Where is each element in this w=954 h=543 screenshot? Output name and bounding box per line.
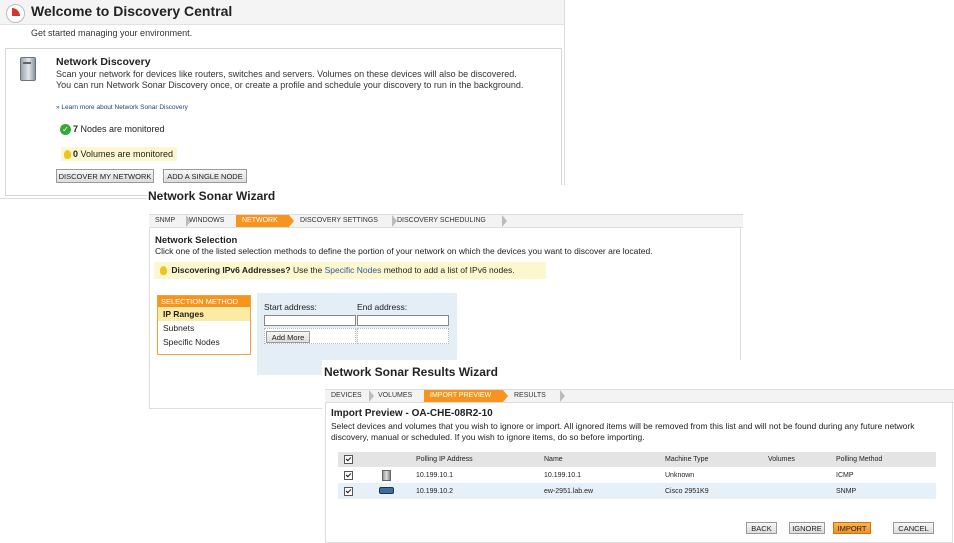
end-address-input[interactable] — [357, 315, 449, 326]
select-all-checkbox[interactable] — [344, 455, 353, 464]
page-subtitle: Get started managing your environment. — [31, 28, 193, 38]
step-label: RESULTS — [514, 392, 546, 399]
step-discovery-scheduling[interactable]: DISCOVERY SCHEDULING — [391, 215, 507, 227]
step-label: IMPORT PREVIEW — [430, 392, 492, 399]
column-header[interactable]: Volumes — [768, 452, 836, 467]
learn-more-link[interactable]: » Learn more about Network Sonar Discove… — [56, 104, 188, 111]
step-label: DISCOVERY SCHEDULING — [397, 217, 486, 224]
step-results[interactable]: RESULTS — [508, 390, 565, 402]
select-all-cell[interactable] — [338, 452, 364, 467]
step-volumes[interactable]: VOLUMES — [372, 390, 429, 402]
import-preview-description: Select devices and volumes that you wish… — [331, 421, 915, 442]
router-icon — [379, 487, 394, 495]
table-header-row: Polling IP Address Name Machine Type Vol… — [338, 452, 936, 467]
server-icon — [20, 57, 36, 81]
ignore-button[interactable]: IGNORE — [789, 522, 825, 534]
step-label: NETWORK — [242, 217, 278, 224]
step-discovery-settings[interactable]: DISCOVERY SETTINGS — [294, 215, 397, 227]
discovery-central-panel: Welcome to Discovery Central Get started… — [0, 0, 565, 199]
network-sonar-results-wizard: Network Sonar Results Wizard DEVICES VOL… — [322, 360, 954, 543]
method-subnets[interactable]: Subnets — [158, 321, 250, 335]
start-address-label: Start address: — [264, 302, 317, 312]
method-ip-ranges[interactable]: IP Ranges — [158, 307, 250, 321]
network-selection-description: Click one of the listed selection method… — [155, 246, 653, 256]
cancel-button[interactable]: CANCEL — [893, 522, 934, 534]
step-network[interactable]: NETWORK — [236, 215, 294, 227]
name-cell: ew-2951.lab.ew — [544, 483, 665, 499]
column-header[interactable]: Polling Method — [836, 452, 936, 467]
column-header[interactable]: Machine Type — [665, 452, 768, 467]
row-checkbox[interactable] — [344, 486, 353, 496]
network-discovery-box: Network Discovery Scan your network for … — [5, 48, 562, 196]
page-title: Welcome to Discovery Central — [31, 3, 233, 19]
name-cell: 10.199.10.1 — [544, 471, 581, 479]
method-specific-nodes[interactable]: Specific Nodes — [158, 335, 250, 349]
start-address-input[interactable] — [264, 315, 356, 326]
row-select-cell[interactable] — [338, 483, 364, 499]
table-row[interactable]: 10.199.10.1 10.199.10.1 Unknown ICMP — [338, 467, 936, 483]
tip-pre: Use the — [290, 265, 325, 275]
sonar-wizard-title: Network Sonar Wizard — [148, 189, 276, 203]
icon-column — [364, 452, 416, 467]
row-select-cell[interactable] — [338, 467, 364, 483]
volumes-cell — [768, 467, 836, 483]
step-devices[interactable]: DEVICES — [325, 390, 374, 402]
column-header[interactable]: Polling IP Address — [416, 452, 544, 467]
machine-type-cell: Unknown — [665, 471, 695, 479]
network-selection-title: Network Selection — [155, 235, 238, 246]
results-wizard-title: Network Sonar Results Wizard — [324, 365, 498, 379]
lightbulb-icon — [160, 266, 167, 276]
welcome-header: Welcome to Discovery Central — [0, 0, 564, 25]
device-icon-cell — [364, 467, 416, 483]
orion-logo-icon — [6, 4, 25, 23]
ipv6-tip: Discovering IPv6 Addresses? Use the Spec… — [154, 262, 546, 279]
row-checkbox[interactable] — [344, 470, 353, 480]
volumes-cell — [768, 483, 836, 499]
step-label: WINDOWS — [189, 217, 225, 224]
nodes-monitored-status: ✓ 7 Nodes are monitored — [60, 124, 165, 136]
add-single-node-button[interactable]: ADD A SINGLE NODE — [163, 169, 247, 183]
sonar-wizard-steps: SNMP WINDOWS NETWORK DISCOVERY SETTINGS … — [149, 214, 743, 228]
specific-nodes-link[interactable]: Specific Nodes — [325, 265, 382, 275]
check-icon: ✓ — [60, 124, 71, 136]
table-row[interactable]: 10.199.10.2 ew-2951.lab.ew Cisco 2951K9 … — [338, 483, 936, 499]
server-icon — [382, 469, 391, 481]
results-wizard-steps: DEVICES VOLUMES IMPORT PREVIEW RESULTS — [325, 389, 954, 403]
step-label: VOLUMES — [378, 392, 413, 399]
discover-my-network-button[interactable]: DISCOVER MY NETWORK — [56, 169, 154, 183]
device-icon-cell — [364, 483, 416, 499]
import-button[interactable]: IMPORT — [833, 522, 871, 534]
step-import-preview[interactable]: IMPORT PREVIEW — [424, 390, 508, 402]
selection-method-header: SELECTION METHOD — [158, 296, 250, 307]
lightbulb-icon — [64, 150, 71, 160]
volumes-monitored-status: 0 Volumes are monitored — [61, 147, 178, 162]
polling-method-cell: SNMP — [836, 483, 936, 499]
ip-cell: 10.199.10.2 — [416, 483, 544, 499]
step-label: SNMP — [155, 217, 176, 224]
network-discovery-description: Scan your network for devices like route… — [56, 69, 524, 90]
volumes-text: Volumes are monitored — [78, 149, 174, 159]
add-more-row-end — [357, 328, 449, 344]
step-label: DEVICES — [331, 392, 362, 399]
back-button[interactable]: BACK — [746, 522, 777, 534]
selection-method-list: SELECTION METHOD IP Ranges Subnets Speci… — [157, 295, 251, 355]
column-header[interactable]: Name — [544, 452, 665, 467]
ip-cell: 10.199.10.1 — [416, 471, 453, 479]
import-preview-table: Polling IP Address Name Machine Type Vol… — [338, 452, 936, 499]
add-more-button[interactable]: Add More — [266, 331, 310, 343]
step-label: DISCOVERY SETTINGS — [300, 217, 378, 224]
machine-type-cell: Cisco 2951K9 — [665, 483, 768, 499]
end-address-label: End address: — [357, 302, 408, 312]
import-preview-title: Import Preview - OA-CHE-08R2-10 — [331, 408, 493, 419]
step-snmp[interactable]: SNMP — [149, 215, 191, 227]
nodes-text: Nodes are monitored — [78, 124, 165, 134]
tip-post: method to add a list of IPv6 nodes. — [381, 265, 515, 275]
step-windows[interactable]: WINDOWS — [183, 215, 242, 227]
tip-heading: Discovering IPv6 Addresses? — [171, 265, 291, 275]
network-discovery-title: Network Discovery — [56, 56, 151, 68]
polling-method-cell: ICMP — [836, 471, 854, 479]
